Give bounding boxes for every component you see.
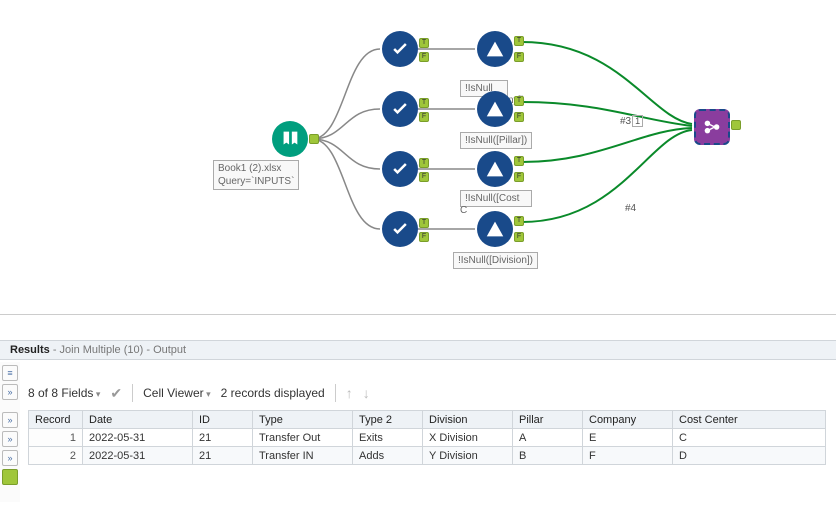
table-row[interactable]: 2 2022-05-31 21 Transfer IN Adds Y Divis… xyxy=(29,447,826,465)
formula3-label: !IsNull([Cost xyxy=(460,190,532,207)
filter1-false-anchor[interactable]: F xyxy=(419,52,429,62)
results-header: Results - Join Multiple (10) - Output xyxy=(0,340,836,360)
triangle-icon xyxy=(484,38,506,60)
filter-tool-4[interactable] xyxy=(382,211,418,247)
check-icon[interactable]: ✔ xyxy=(110,385,122,402)
book-icon xyxy=(279,128,301,150)
cell-type2: Exits xyxy=(353,429,423,447)
join-icon xyxy=(701,116,723,138)
col-company[interactable]: Company xyxy=(583,411,673,429)
cell-company: E xyxy=(583,429,673,447)
input-data-tool[interactable] xyxy=(272,121,308,157)
formula2-label: !IsNull([Pillar]) xyxy=(460,132,532,149)
cell-id: 21 xyxy=(193,447,253,465)
cell-type2: Adds xyxy=(353,447,423,465)
cell-viewer-dropdown[interactable]: Cell Viewer xyxy=(143,386,211,400)
cell-date: 2022-05-31 xyxy=(83,447,193,465)
col-type[interactable]: Type xyxy=(253,411,353,429)
cell-type: Transfer IN xyxy=(253,447,353,465)
formula1-true-anchor[interactable]: T xyxy=(514,36,524,46)
filter-tool-2[interactable] xyxy=(382,91,418,127)
filter3-true-anchor[interactable]: T xyxy=(419,158,429,168)
triangle-icon xyxy=(484,98,506,120)
gutter-expand-icon[interactable]: » xyxy=(2,384,18,400)
filter4-true-anchor[interactable]: T xyxy=(419,218,429,228)
gutter-menu-icon[interactable]: ≡ xyxy=(2,365,18,381)
triangle-icon xyxy=(484,158,506,180)
cell-record: 2 xyxy=(29,447,83,465)
formula3-partial: C xyxy=(460,204,470,217)
formula2-false-anchor[interactable]: F xyxy=(514,112,524,122)
filter-tool-3[interactable] xyxy=(382,151,418,187)
cell-pillar: A xyxy=(513,429,583,447)
separator xyxy=(335,384,336,402)
results-toolbar: 8 of 8 Fields ✔ Cell Viewer 2 records di… xyxy=(28,382,828,404)
filter4-false-anchor[interactable]: F xyxy=(419,232,429,242)
col-type2[interactable]: Type 2 xyxy=(353,411,423,429)
arrow-up-icon[interactable]: ↑ xyxy=(346,385,353,401)
checkmark-icon xyxy=(390,99,410,119)
table-row[interactable]: 1 2022-05-31 21 Transfer Out Exits X Div… xyxy=(29,429,826,447)
col-division[interactable]: Division xyxy=(423,411,513,429)
filter1-true-anchor[interactable]: T xyxy=(419,38,429,48)
formula3-true-anchor[interactable]: T xyxy=(514,156,524,166)
join-output-anchor[interactable] xyxy=(731,120,741,130)
cell-id: 21 xyxy=(193,429,253,447)
records-count: 2 records displayed xyxy=(221,386,325,400)
filter2-false-anchor[interactable]: F xyxy=(419,112,429,122)
separator xyxy=(132,384,133,402)
gutter-active-icon[interactable] xyxy=(2,469,18,485)
cell-costcenter: C xyxy=(673,429,826,447)
filter3-false-anchor[interactable]: F xyxy=(419,172,429,182)
connection-anno-4: #4 xyxy=(625,203,636,214)
formula4-false-anchor[interactable]: F xyxy=(514,232,524,242)
cell-record: 1 xyxy=(29,429,83,447)
cell-division: X Division xyxy=(423,429,513,447)
checkmark-icon xyxy=(390,159,410,179)
filter2-true-anchor[interactable]: T xyxy=(419,98,429,108)
results-gutter: ≡ » » » » xyxy=(0,362,20,502)
gutter-expand-icon[interactable]: » xyxy=(2,431,18,447)
results-pane: Results - Join Multiple (10) - Output xyxy=(0,340,836,360)
gutter-expand-icon[interactable]: » xyxy=(2,412,18,428)
col-costcenter[interactable]: Cost Center xyxy=(673,411,826,429)
triangle-icon xyxy=(484,218,506,240)
checkmark-icon xyxy=(390,219,410,239)
join-multiple-tool[interactable] xyxy=(694,109,730,145)
checkmark-icon xyxy=(390,39,410,59)
col-id[interactable]: ID xyxy=(193,411,253,429)
connection-anno-3: #31 xyxy=(620,116,643,127)
input-label: Book1 (2).xlsx Query=`INPUTS` xyxy=(213,160,299,190)
cell-division: Y Division xyxy=(423,447,513,465)
cell-company: F xyxy=(583,447,673,465)
formula4-label: !IsNull([Division]) xyxy=(453,252,538,269)
results-subtitle: - Join Multiple (10) - Output xyxy=(53,344,186,356)
arrow-down-icon[interactable]: ↓ xyxy=(363,385,370,401)
formula2-true-anchor[interactable]: T xyxy=(514,96,524,106)
formula-tool-1[interactable] xyxy=(477,31,513,67)
col-pillar[interactable]: Pillar xyxy=(513,411,583,429)
formula1-false-anchor[interactable]: F xyxy=(514,52,524,62)
cell-costcenter: D xyxy=(673,447,826,465)
table-header-row: Record Date ID Type Type 2 Division Pill… xyxy=(29,411,826,429)
formula-tool-2[interactable] xyxy=(477,91,513,127)
formula3-false-anchor[interactable]: F xyxy=(514,172,524,182)
gutter-expand-icon[interactable]: » xyxy=(2,450,18,466)
filter-tool-1[interactable] xyxy=(382,31,418,67)
connection-lines xyxy=(0,0,836,315)
cell-pillar: B xyxy=(513,447,583,465)
cell-date: 2022-05-31 xyxy=(83,429,193,447)
workflow-canvas[interactable]: Book1 (2).xlsx Query=`INPUTS` T F T F T … xyxy=(0,0,836,315)
col-record[interactable]: Record xyxy=(29,411,83,429)
formula-tool-4[interactable] xyxy=(477,211,513,247)
formula-tool-3[interactable] xyxy=(477,151,513,187)
cell-type: Transfer Out xyxy=(253,429,353,447)
output-anchor[interactable] xyxy=(309,134,319,144)
formula4-true-anchor[interactable]: T xyxy=(514,216,524,226)
results-title: Results xyxy=(10,344,50,356)
col-date[interactable]: Date xyxy=(83,411,193,429)
fields-dropdown[interactable]: 8 of 8 Fields xyxy=(28,386,100,400)
results-table[interactable]: Record Date ID Type Type 2 Division Pill… xyxy=(28,410,826,465)
